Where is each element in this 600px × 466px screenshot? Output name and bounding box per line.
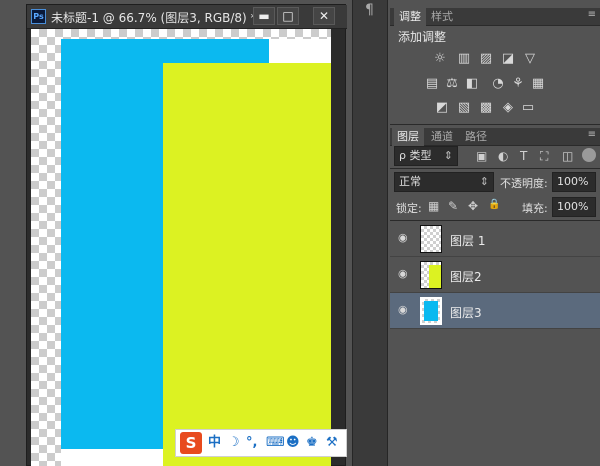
fill-label: 填充: [522, 202, 548, 215]
layer-name: 图层 1 [450, 234, 486, 248]
canvas-yellow-layer [163, 63, 331, 466]
pixel-filter-icon[interactable]: ▣ [476, 149, 487, 163]
layer-thumbnail [420, 261, 442, 289]
minimize-button[interactable]: ▬ [253, 7, 275, 25]
tab-channels[interactable]: 通道 [426, 128, 458, 146]
document-window: Ps 未标题-1 @ 66.7% (图层3, RGB/8) * ▬ □ ✕ S … [26, 4, 347, 466]
color-lookup-icon[interactable]: ▦ [530, 77, 546, 91]
canvas-area[interactable] [31, 29, 331, 466]
close-button[interactable]: ✕ [313, 7, 335, 25]
visibility-eye-icon[interactable]: ◉ [398, 231, 408, 244]
invert-icon[interactable]: ◩ [434, 101, 450, 115]
user-icon[interactable]: ☻ [286, 434, 300, 452]
posterize-icon[interactable]: ▧ [456, 101, 472, 115]
adjustment-filter-icon[interactable]: ◐ [498, 149, 508, 163]
smart-object-filter-icon[interactable]: ◫ [562, 149, 573, 163]
blend-mode-value: 正常 [399, 175, 421, 188]
layer-row-1[interactable]: ◉ 图层 1 [390, 221, 600, 257]
photoshop-icon: Ps [31, 9, 46, 24]
threshold-icon[interactable]: ▩ [478, 101, 494, 115]
photo-filter-icon[interactable]: ◔ [490, 77, 506, 91]
chevron-down-icon: ⇕ [443, 149, 453, 162]
layer-filter-select[interactable]: ρ 类型 ⇕ [394, 146, 458, 166]
blend-mode-select[interactable]: 正常 ⇕ [394, 172, 494, 192]
lock-position-icon[interactable]: ✥ [468, 199, 478, 213]
sogou-logo-icon[interactable]: S [180, 432, 202, 454]
vibrance-icon[interactable]: ▽ [522, 52, 538, 66]
tab-paths[interactable]: 路径 [460, 128, 492, 146]
moon-icon[interactable]: ☽ [228, 434, 240, 452]
color-balance-icon[interactable]: ⚖ [444, 77, 460, 91]
tab-layers[interactable]: 图层 [392, 128, 424, 146]
fill-field[interactable]: 100% [552, 197, 596, 217]
channel-mixer-icon[interactable]: ⚘ [510, 77, 526, 91]
gradient-map-icon[interactable]: ▭ [520, 101, 536, 115]
ime-toolbar: S 中 ☽ °, ⌨ ☻ ♚ ⚒ [175, 429, 347, 457]
layer-name: 图层3 [450, 306, 482, 320]
visibility-eye-icon[interactable]: ◉ [398, 267, 408, 280]
tab-styles[interactable]: 样式 [426, 8, 458, 26]
document-titlebar[interactable]: Ps 未标题-1 @ 66.7% (图层3, RGB/8) * ▬ □ ✕ [27, 5, 347, 29]
keyboard-icon[interactable]: ⌨ [266, 434, 285, 452]
type-filter-icon[interactable]: T [520, 149, 527, 163]
collapsed-panel-strip: ¶ [352, 0, 388, 466]
fill-value: 100% [557, 200, 589, 213]
ime-mode-toggle[interactable]: 中 [208, 434, 221, 452]
adjustments-tabbar: 调整 样式 ≡ [390, 8, 600, 26]
chevron-down-icon: ⇕ [479, 175, 489, 188]
layers-tabbar: 图层 通道 路径 ≡ [390, 128, 600, 146]
lock-pixels-icon[interactable]: ✎ [448, 199, 458, 213]
settings-wrench-icon[interactable]: ⚒ [326, 434, 338, 452]
skin-shirt-icon[interactable]: ♚ [306, 434, 318, 452]
document-title: 未标题-1 @ 66.7% (图层3, RGB/8) * [51, 11, 257, 25]
lock-all-icon[interactable]: 🔒 [488, 199, 500, 210]
curves-icon[interactable]: ▨ [478, 52, 494, 66]
layers-menu-icon[interactable]: ≡ [588, 129, 596, 140]
opacity-field[interactable]: 100% [552, 172, 596, 192]
brightness-icon[interactable]: ☼ [432, 52, 448, 66]
filter-toggle-icon[interactable] [582, 148, 596, 162]
opacity-value: 100% [557, 175, 589, 188]
layer-row-2[interactable]: ◉ 图层2 [390, 257, 600, 293]
hue-saturation-icon[interactable]: ▤ [424, 77, 440, 91]
panel-divider [390, 168, 600, 169]
levels-icon[interactable]: ▥ [456, 52, 472, 66]
exposure-icon[interactable]: ◪ [500, 52, 516, 66]
visibility-eye-icon[interactable]: ◉ [398, 303, 408, 316]
lock-transparent-icon[interactable]: ▦ [428, 199, 439, 213]
layer-thumbnail [420, 225, 442, 253]
layer-thumbnail [420, 297, 442, 325]
adjustments-title: 添加调整 [398, 30, 447, 44]
punctuation-icon[interactable]: °, [246, 434, 257, 452]
layer-row-3[interactable]: ◉ 图层3 [390, 293, 600, 329]
tab-adjustments[interactable]: 调整 [394, 8, 426, 26]
paragraph-icon[interactable]: ¶ [365, 2, 374, 18]
adjustments-menu-icon[interactable]: ≡ [588, 9, 596, 20]
layer-filter-value: ρ 类型 [399, 149, 432, 162]
selective-color-icon[interactable]: ◈ [500, 101, 516, 115]
shape-filter-icon[interactable]: ⛶ [540, 149, 548, 164]
opacity-label: 不透明度: [500, 177, 548, 190]
maximize-button[interactable]: □ [277, 7, 299, 25]
layer-name: 图层2 [450, 270, 482, 284]
black-white-icon[interactable]: ◧ [464, 77, 480, 91]
lock-label: 锁定: [396, 202, 422, 215]
panel-divider [390, 124, 600, 125]
